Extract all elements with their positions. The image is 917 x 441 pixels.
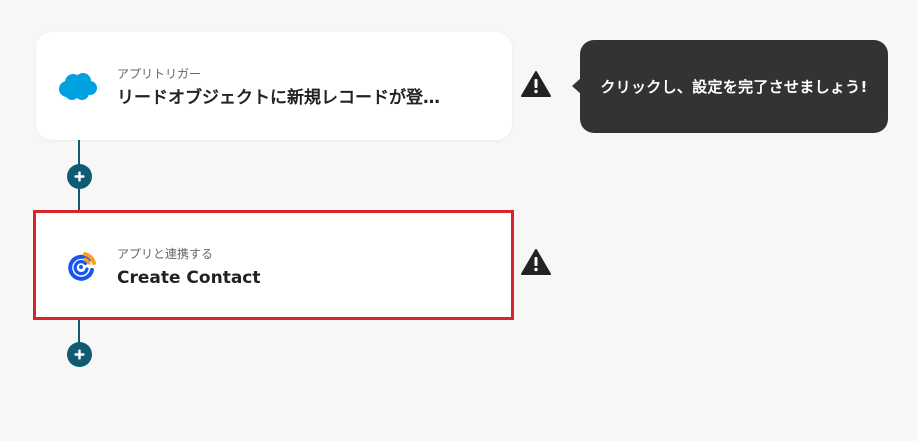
step-title: リードオブジェクトに新規レコードが登… (117, 88, 440, 108)
step-type-label: アプリと連携する (117, 247, 214, 261)
step-title: Create Contact (117, 268, 261, 288)
warning-triangle-icon (520, 248, 552, 276)
flow-step-action-card[interactable]: アプリと連携する Create Contact (33, 210, 514, 320)
plus-icon (74, 171, 85, 182)
constant-contact-icon (63, 249, 99, 285)
add-step-button[interactable] (67, 164, 92, 189)
add-step-button[interactable] (67, 342, 92, 367)
warning-triangle-icon (520, 70, 552, 98)
salesforce-cloud-icon (58, 70, 98, 104)
step-type-label: アプリトリガー (117, 67, 202, 81)
setup-hint-tooltip: クリックし、設定を完了させましょう! (572, 40, 888, 133)
plus-icon (74, 349, 85, 360)
flow-step-trigger-card[interactable]: アプリトリガー リードオブジェクトに新規レコードが登… (36, 32, 512, 140)
tooltip-text: クリックし、設定を完了させましょう! (600, 78, 868, 96)
